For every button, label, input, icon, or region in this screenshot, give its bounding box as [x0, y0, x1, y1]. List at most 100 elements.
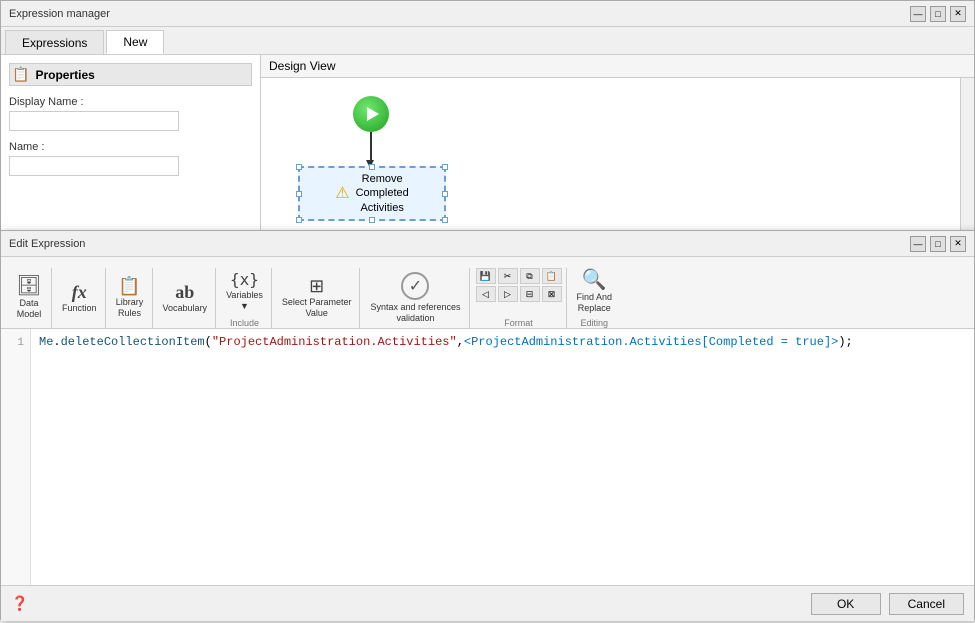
expression-manager-window: Expression manager — □ ✕ Expressions New…	[0, 0, 975, 230]
indent-left-button[interactable]: ◁	[476, 286, 496, 302]
indent-right-button[interactable]: ▷	[498, 286, 518, 302]
format-group-label: Format	[504, 318, 533, 328]
group-include: {x} Variables▼ Include	[218, 268, 272, 328]
library-rules-icon: 📋	[118, 277, 140, 295]
include-group-label: Include	[230, 318, 259, 328]
dialog-title: Edit Expression	[9, 238, 85, 250]
ok-button[interactable]: OK	[811, 593, 881, 615]
select-parameter-label: Select ParameterValue	[282, 297, 352, 319]
play-icon	[367, 107, 379, 121]
tab-expressions[interactable]: Expressions	[5, 30, 104, 54]
handle-tr	[442, 164, 448, 170]
expression-manager-title: Expression manager	[9, 8, 110, 20]
handle-tm	[369, 164, 375, 170]
vocabulary-button[interactable]: ab Vocabulary	[159, 281, 212, 316]
group-library-rules-buttons: 📋 LibraryRules	[112, 268, 148, 328]
edit-expression-dialog: Edit Expression — □ ✕ 🗄 DataModel fx Fun…	[0, 230, 975, 620]
code-editor[interactable]: 1 Me.deleteCollectionItem("ProjectAdmini…	[1, 329, 974, 585]
group-syntax-buttons: ✓ Syntax and referencesvalidation	[366, 268, 464, 328]
dialog-minimize-button[interactable]: —	[910, 236, 926, 252]
start-node[interactable]	[353, 96, 389, 132]
window-controls: — □ ✕	[910, 6, 966, 22]
tab-bar: Expressions New	[1, 27, 974, 55]
variables-label: Variables▼	[226, 290, 263, 312]
name-input[interactable]	[9, 156, 179, 176]
dialog-controls: — □ ✕	[910, 236, 966, 252]
code-me: Me	[39, 335, 53, 349]
group-editing-buttons: 🔍 Find AndReplace	[573, 268, 617, 316]
vocabulary-icon: ab	[175, 283, 194, 301]
code-filter: <ProjectAdministration.Activities[Comple…	[464, 335, 838, 349]
minimize-button[interactable]: —	[910, 6, 926, 22]
save-format-button[interactable]: 💾	[476, 268, 496, 284]
design-view-header: Design View	[261, 55, 974, 78]
group-vocabulary: ab Vocabulary	[155, 268, 217, 328]
function-button[interactable]: fx Function	[58, 281, 101, 316]
name-label: Name :	[9, 141, 252, 153]
syntax-validation-label: Syntax and referencesvalidation	[370, 302, 460, 324]
cancel-button[interactable]: Cancel	[889, 593, 964, 615]
format-btn4[interactable]: ⊠	[542, 286, 562, 302]
handle-ml	[296, 191, 302, 197]
display-name-input[interactable]	[9, 111, 179, 131]
properties-panel: 📋 Properties Display Name : Name :	[1, 55, 261, 231]
activity-node[interactable]: ⚠ RemoveCompletedActivities	[298, 166, 446, 221]
group-editing: 🔍 Find AndReplace Editing	[569, 268, 621, 328]
dialog-titlebar: Edit Expression — □ ✕	[1, 231, 974, 257]
syntax-validation-button[interactable]: ✓ Syntax and referencesvalidation	[366, 270, 464, 326]
select-parameter-button[interactable]: ⊞ Select ParameterValue	[278, 275, 356, 321]
function-icon: fx	[72, 283, 87, 301]
start-circle-icon	[353, 96, 389, 132]
library-rules-label: LibraryRules	[116, 297, 144, 319]
dialog-buttons: OK Cancel	[811, 593, 964, 615]
handle-br	[442, 217, 448, 223]
data-model-label: DataModel	[17, 298, 42, 320]
group-data-model-buttons: 🗄 DataModel	[11, 268, 47, 328]
code-area[interactable]: Me.deleteCollectionItem("ProjectAdminist…	[31, 329, 974, 585]
help-icon[interactable]: ❓	[11, 595, 28, 612]
group-format-buttons: 💾 ✂ ⧉ 📋 ◁ ▷ ⊟ ⊠	[476, 268, 562, 316]
dialog-close-button[interactable]: ✕	[950, 236, 966, 252]
code-paren-close: );	[838, 335, 852, 349]
cut-button[interactable]: ✂	[498, 268, 518, 284]
variables-button[interactable]: {x} Variables▼	[222, 270, 267, 314]
find-replace-icon: 🔍	[582, 270, 607, 290]
close-button[interactable]: ✕	[950, 6, 966, 22]
library-rules-button[interactable]: 📋 LibraryRules	[112, 275, 148, 321]
copy-button[interactable]: ⧉	[520, 268, 540, 284]
paste-button[interactable]: 📋	[542, 268, 562, 284]
line-numbers: 1	[1, 329, 31, 585]
dialog-maximize-button[interactable]: □	[930, 236, 946, 252]
group-function-buttons: fx Function	[58, 268, 101, 328]
editing-group-label: Editing	[581, 318, 609, 328]
handle-tl	[296, 164, 302, 170]
group-syntax: ✓ Syntax and referencesvalidation	[362, 268, 469, 328]
group-select-param: ⊞ Select ParameterValue	[274, 268, 361, 328]
code-comma: ,	[457, 335, 464, 349]
expression-manager-titlebar: Expression manager — □ ✕	[1, 1, 974, 27]
data-model-icon: 🗄	[16, 276, 41, 296]
group-include-buttons: {x} Variables▼	[222, 268, 267, 316]
group-format: 💾 ✂ ⧉ 📋 ◁ ▷ ⊟ ⊠ Format	[472, 268, 567, 328]
code-line-1: Me.deleteCollectionItem("ProjectAdminist…	[39, 333, 966, 352]
find-replace-button[interactable]: 🔍 Find AndReplace	[573, 268, 617, 316]
display-name-label: Display Name :	[9, 96, 252, 108]
data-model-button[interactable]: 🗄 DataModel	[11, 274, 47, 322]
warning-icon: ⚠	[335, 183, 349, 203]
tab-new[interactable]: New	[106, 30, 164, 54]
code-string-1: "ProjectAdministration.Activities"	[212, 335, 457, 349]
activity-node-label: RemoveCompletedActivities	[356, 172, 409, 215]
syntax-validation-icon: ✓	[401, 272, 429, 300]
maximize-button[interactable]: □	[930, 6, 946, 22]
group-data-model: 🗄 DataModel	[7, 268, 52, 328]
handle-mr	[442, 191, 448, 197]
expression-toolbar: 🗄 DataModel fx Function 📋 LibraryRules	[1, 257, 974, 329]
line-number-1: 1	[1, 333, 30, 354]
select-parameter-icon: ⊞	[309, 277, 324, 295]
vocabulary-label: Vocabulary	[163, 303, 208, 314]
properties-icon: 📋	[12, 66, 29, 83]
design-view-scrollbar[interactable]	[960, 78, 974, 231]
group-select-param-buttons: ⊞ Select ParameterValue	[278, 268, 356, 328]
format-btn3[interactable]: ⊟	[520, 286, 540, 302]
handle-bl	[296, 217, 302, 223]
